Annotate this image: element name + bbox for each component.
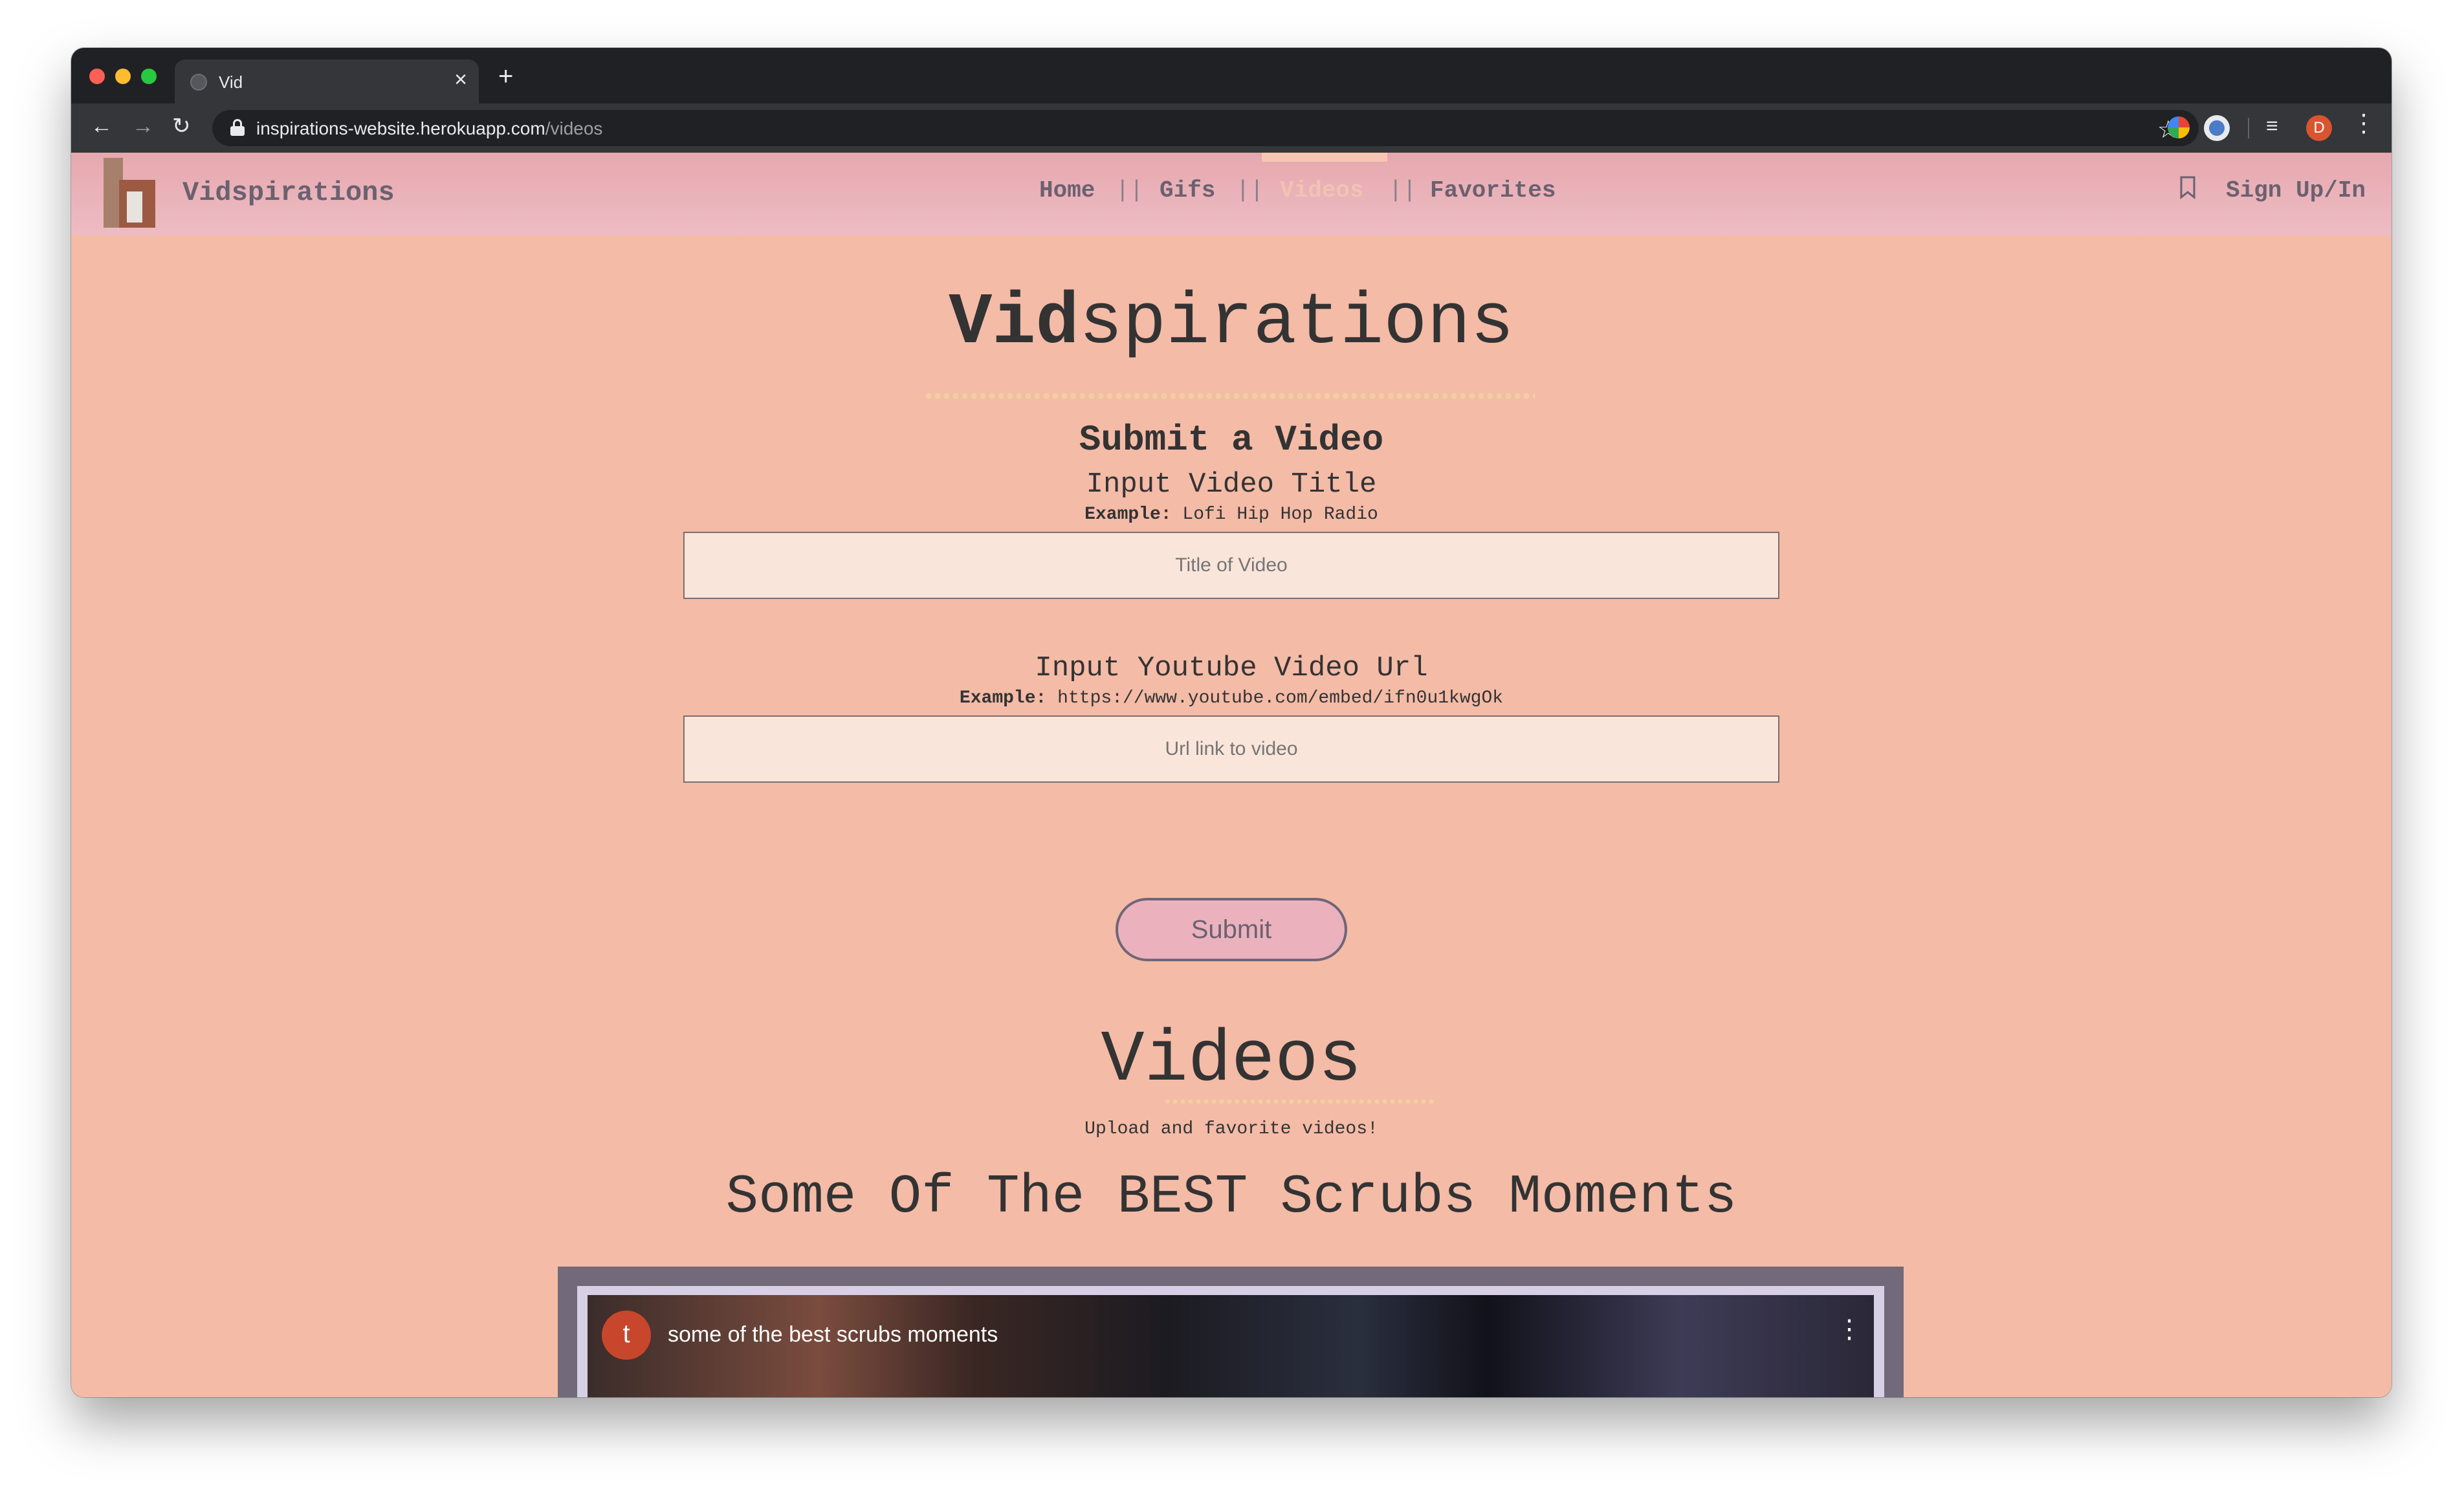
video-title-example: Example: Lofi Hip Hop Radio xyxy=(1084,505,1378,525)
back-icon[interactable]: ← xyxy=(91,115,113,137)
lock-icon xyxy=(230,119,245,136)
nav-separator: || xyxy=(1116,177,1144,204)
browser-window: Vid × + ← → ↻ inspirations-website.herok… xyxy=(71,48,2392,1397)
bookmark-icon[interactable] xyxy=(2179,176,2196,199)
video-url-example: Example: https://www.youtube.com/embed/i… xyxy=(959,688,1504,708)
globe-icon xyxy=(190,74,207,91)
video-card: t some of the best scrubs moments ⋮ xyxy=(558,1267,1904,1397)
minimize-window-button[interactable] xyxy=(115,69,131,84)
forward-icon[interactable]: → xyxy=(132,115,154,137)
videos-subtitle: Upload and favorite videos! xyxy=(1084,1119,1378,1139)
video-title-input[interactable] xyxy=(683,532,1779,599)
videos-title-underline xyxy=(1163,1098,1435,1105)
videos-section-title: Videos xyxy=(1101,1019,1362,1102)
tab-title: Vid xyxy=(219,72,243,92)
nav-separator: || xyxy=(1236,177,1264,204)
nav-gifs-link[interactable]: Gifs xyxy=(1160,177,1215,204)
nav-favorites-link[interactable]: Favorites xyxy=(1430,177,1556,204)
video-card-title: Some Of The BEST Scrubs Moments xyxy=(725,1167,1737,1228)
reload-icon[interactable]: ↻ xyxy=(172,115,191,137)
video-url-label: Input Youtube Video Url xyxy=(1035,652,1428,684)
title-underline xyxy=(924,392,1535,400)
maximize-window-button[interactable] xyxy=(141,69,157,84)
submit-section-title: Submit a Video xyxy=(1079,419,1384,461)
page-title: Vidspirations xyxy=(949,282,1514,364)
reading-list-icon[interactable]: ≡ xyxy=(2266,114,2278,138)
url-text: inspirations-website.herokuapp.com/video… xyxy=(256,118,603,138)
compass-extension-icon[interactable] xyxy=(2204,115,2230,141)
site-logo[interactable] xyxy=(104,158,155,228)
video-url-input[interactable] xyxy=(683,715,1779,783)
nav-home-link[interactable]: Home xyxy=(1039,177,1095,204)
close-tab-icon[interactable]: × xyxy=(454,69,467,91)
video-player-title[interactable]: some of the best scrubs moments xyxy=(668,1322,998,1347)
sign-in-link[interactable]: Sign Up/In xyxy=(2226,177,2366,204)
profile-avatar[interactable]: D xyxy=(2306,115,2332,141)
nav-separator: || xyxy=(1389,177,1417,204)
submit-button[interactable]: Submit xyxy=(1116,898,1347,961)
browser-menu-icon[interactable]: ⋮ xyxy=(2351,111,2376,136)
channel-avatar[interactable]: t xyxy=(602,1311,651,1360)
video-card-inner: t some of the best scrubs moments ⋮ xyxy=(577,1286,1884,1397)
nav-videos-link[interactable]: Videos xyxy=(1280,177,1364,204)
browser-tab[interactable]: Vid × xyxy=(175,60,479,104)
tab-strip: Vid × + xyxy=(71,48,2392,104)
close-window-button[interactable] xyxy=(89,69,105,84)
site-navbar: Vidspirations Home || Gifs || Videos || … xyxy=(71,153,2392,235)
page-content: Vidspirations Home || Gifs || Videos || … xyxy=(71,153,2392,1397)
toolbar-divider xyxy=(2248,118,2249,138)
browser-toolbar: ← → ↻ inspirations-website.herokuapp.com… xyxy=(71,104,2392,153)
video-title-label: Input Video Title xyxy=(1086,468,1377,501)
new-tab-button[interactable]: + xyxy=(498,63,513,89)
video-menu-icon[interactable]: ⋮ xyxy=(1836,1314,1862,1344)
active-tab-indicator xyxy=(1262,153,1387,162)
color-extension-icon[interactable] xyxy=(2168,116,2190,138)
address-bar[interactable]: inspirations-website.herokuapp.com/video… xyxy=(212,110,2199,146)
youtube-embed[interactable]: t some of the best scrubs moments ⋮ xyxy=(588,1295,1874,1397)
brand-name[interactable]: Vidspirations xyxy=(182,177,395,208)
